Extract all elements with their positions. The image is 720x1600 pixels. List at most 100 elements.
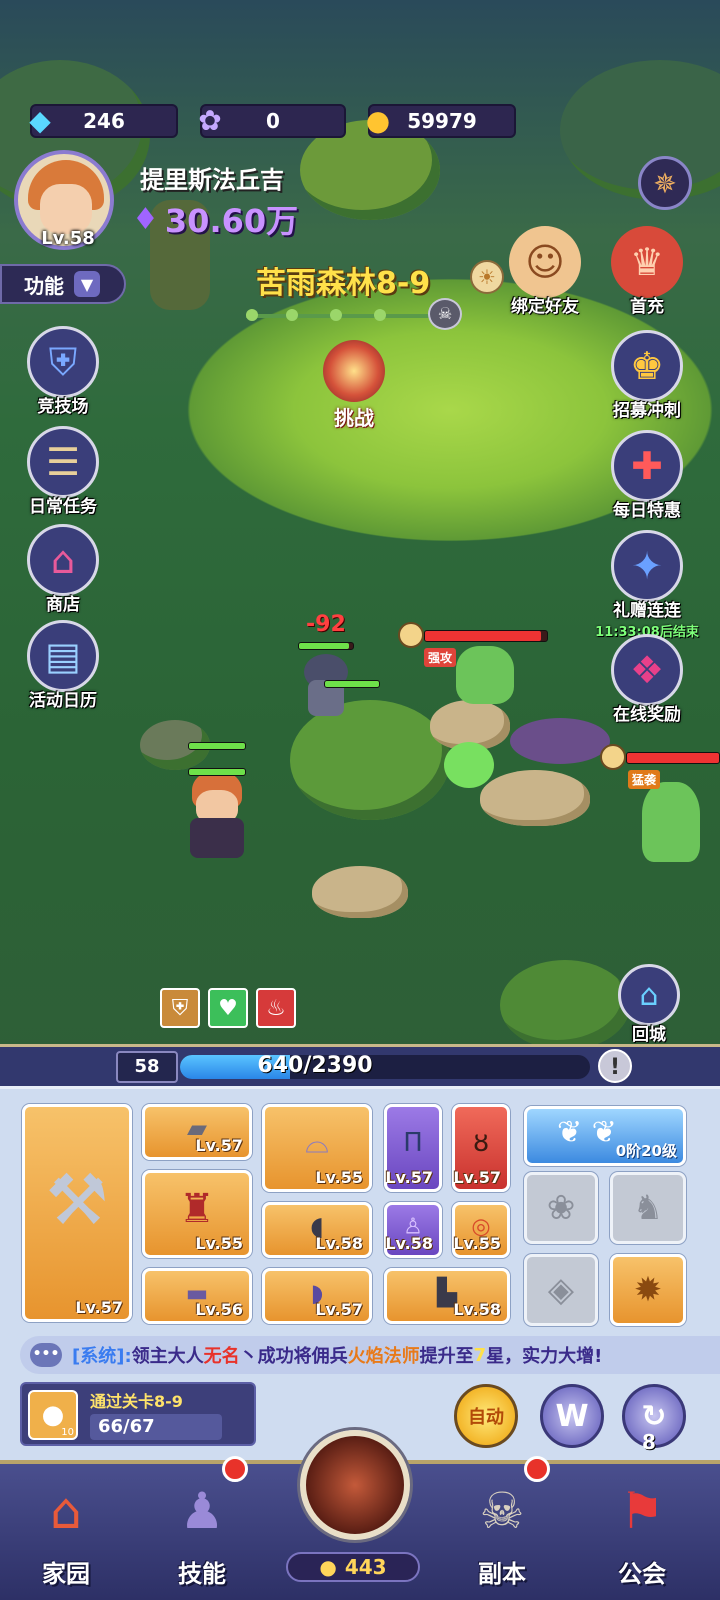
enemy-tag: 猛袭 [628,770,661,789]
equip-level: Lv.57 [453,1168,501,1187]
power-flame-icon: ♦ [132,201,159,237]
gift-icon: ✚ [611,430,683,502]
pet-slot[interactable]: ❀ [524,1172,598,1244]
menu-gift-streak[interactable]: ✦ 礼赠连连 11:33:08后结束 [592,530,702,640]
gem-flower-icon: ✿ [198,103,222,137]
wings-slot[interactable]: ❦ ❦ 0阶20级 [524,1106,686,1166]
stage-node [330,309,342,321]
gem-slot[interactable]: ◈ [524,1254,598,1326]
guild-banner-icon: ⚑ [619,1482,665,1540]
return-city-icon: ⌂ [618,964,680,1026]
menu-daily-deals[interactable]: ✚ 每日特惠 [592,430,702,521]
info-icon[interactable]: ! [598,1049,632,1083]
sun-icon: ☀ [470,260,504,294]
gem-counter[interactable]: ✿ 0 [198,104,346,138]
menu-event-calendar[interactable]: ▤ 活动日历 [8,620,118,711]
function-menu-button[interactable]: 功能 ▼ [0,264,126,304]
nav-label: 技能 [178,1560,226,1588]
equip-slot[interactable]: ◎ Lv.55 [452,1202,510,1258]
diamond-slot-icon: ◈ [547,1270,575,1310]
equip-slot[interactable]: ◖ Lv.58 [262,1202,372,1258]
menu-label: 回城 [632,1025,666,1045]
system-text: 领主大人 [131,1346,204,1367]
paw-icon: ❀ [546,1188,576,1228]
menu-daily-tasks[interactable]: ☰ 日常任务 [8,426,118,517]
first-charge-icon: ♛ [611,226,683,298]
quest-item-count: 10 [61,1427,74,1438]
enemy-goblin [636,776,706,866]
heart-buff-icon[interactable]: ♥ [208,988,248,1028]
bread-counter: ● 443 [286,1552,420,1582]
system-text: 丶成功将佣兵 [239,1346,348,1367]
equip-slot[interactable]: ⌓ Lv.55 [262,1104,372,1192]
equip-level: Lv.57 [75,1298,123,1317]
equip-slot[interactable]: ◗ Lv.57 [262,1268,372,1324]
exp-text: 640/2390 [257,1053,373,1078]
sun-relic-icon: ✹ [633,1270,663,1310]
system-prefix: [系统]: [72,1346,132,1367]
friends-icon: ☺ [509,226,581,298]
enemy-slime [444,742,494,788]
calendar-icon: ▤ [27,620,99,692]
enemy-elite-icon [398,622,424,648]
cycle-icon: ↻ [641,1398,667,1434]
hero-portrait-button[interactable] [300,1430,410,1540]
shield-buff-icon[interactable]: ⛨ [160,988,200,1028]
nav-dungeon[interactable]: ☠ 副本 [442,1468,562,1598]
equip-level: Lv.58 [315,1234,363,1253]
system-player-name: 无名 [203,1346,240,1367]
w-skill-button[interactable]: W [540,1384,604,1448]
nav-skills[interactable]: ♟ 技能 [142,1468,262,1598]
equip-slot[interactable]: ȣ Lv.57 [452,1104,510,1192]
auto-battle-button[interactable]: 自动 [454,1384,518,1448]
menu-bind-friends[interactable]: ☺ 绑定好友 [490,226,600,317]
mount-slot[interactable]: ♞ [610,1172,686,1244]
menu-shop[interactable]: ⌂ 商店 [8,524,118,615]
experience-bar: 58 640/2390 ! [0,1044,720,1086]
equip-slot[interactable]: ▰ Lv.57 [142,1104,252,1160]
relic-slot[interactable]: ✹ [610,1254,686,1326]
hero-hp-bar [188,768,246,776]
menu-first-charge[interactable]: ♛ 首充 [592,226,702,317]
equip-slot[interactable]: ♜ Lv.55 [142,1170,252,1258]
menu-recruit-sprint[interactable]: ♚ 招募冲刺 [592,330,702,421]
nav-guild[interactable]: ⚑ 公会 [582,1468,702,1598]
menu-label: 首充 [630,297,664,317]
system-message[interactable]: ••• [系统]: 领主大人 无名 丶成功将佣兵 火焰法师 提升至 7 星，实力… [20,1336,720,1374]
wings-icon: ❦ ❦ [557,1115,617,1150]
weapon-slot[interactable]: ⚒ Lv.57 [22,1104,132,1322]
bread-icon: ● [319,1555,337,1579]
equip-slot[interactable]: ▙ Lv.58 [384,1268,510,1324]
player-level: Lv.58 [41,228,95,249]
combat-power-value: 30.60万 [164,202,299,240]
compass-icon[interactable]: ✵ [638,156,692,210]
equip-level: Lv.55 [315,1168,363,1187]
nav-label: 家园 [42,1560,90,1588]
chevron-down-icon: ▼ [74,271,100,297]
equip-slot[interactable]: ▬ Lv.56 [142,1268,252,1324]
gift-box-icon: ❖ [611,634,683,706]
menu-return-city[interactable]: ⌂ 回城 [594,964,704,1045]
stage-quest[interactable]: ● 10 通过关卡8-9 66/67 [20,1382,256,1446]
menu-online-rewards[interactable]: ❖ 在线奖励 [592,634,702,725]
equip-level: Lv.55 [195,1234,243,1253]
helmet-icon: ⌓ [305,1125,329,1161]
fire-buff-icon[interactable]: ♨ [256,988,296,1028]
diamond-counter[interactable]: ◆ 246 [29,104,178,138]
combat-power: ♦ 30.60万 [132,196,298,242]
challenge-label: 挑战 [334,406,374,430]
challenge-icon [323,340,385,402]
gold-counter[interactable]: ● 59979 [366,104,516,138]
trophy-icon: ♚ [611,330,683,402]
exp-level: 58 [116,1051,178,1083]
nav-home[interactable]: ⌂ 家园 [6,1468,126,1598]
auto-label: 自动 [468,1407,504,1428]
stage-title: 苦雨森林8-9 [256,266,431,301]
boss-skull-icon: ☠ [428,298,462,330]
axe-icon: ⚒ [45,1159,109,1242]
cycle-count: 8 [642,1430,656,1454]
menu-arena[interactable]: ⛨ 竞技场 [8,326,118,417]
equip-slot[interactable]: ♙ Lv.58 [384,1202,442,1258]
equip-slot[interactable]: Π Lv.57 [384,1104,442,1192]
challenge-boss-button[interactable]: 挑战 [318,340,390,431]
